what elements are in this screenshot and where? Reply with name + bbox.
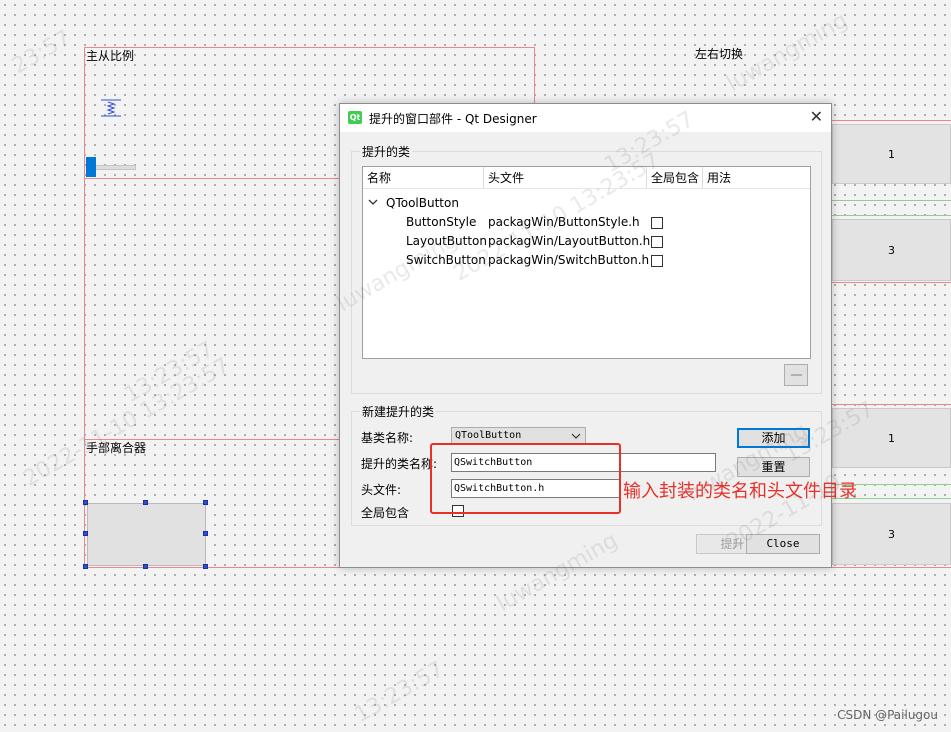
annotation-highlight-box (430, 443, 621, 514)
selection-handle[interactable] (203, 531, 208, 536)
tree-row-header: packagWin/LayoutButton.h (488, 234, 651, 248)
promoted-classes-tree[interactable]: 名称 头文件 全局包含 用法 QToolButton ButtonStyle p… (362, 166, 811, 359)
layout-guide (832, 215, 951, 216)
dialog-titlebar[interactable]: Qt 提升的窗口部件 - Qt Designer ✕ (340, 104, 831, 132)
close-button[interactable]: Close (746, 534, 820, 554)
panel-button-bottom-3[interactable]: 3 (832, 503, 951, 565)
selection-handle[interactable] (203, 500, 208, 505)
annotation-text: 输入封装的类名和头文件目录 (623, 481, 857, 502)
right-frame-top-a (832, 120, 951, 121)
tree-parent-item[interactable]: QToolButton (386, 196, 459, 210)
form-divider-1 (84, 178, 340, 179)
layout-guide (832, 200, 951, 201)
column-header-usage[interactable]: 用法 (703, 167, 810, 189)
global-include-label: 全局包含 (361, 506, 410, 520)
master-ratio-label: 主从比例 (86, 49, 135, 63)
panel-button-top-3[interactable]: 3 (832, 219, 951, 281)
global-include-checkbox[interactable] (651, 236, 663, 248)
chevron-down-icon[interactable] (368, 198, 378, 206)
header-file-label: 头文件: (361, 483, 402, 497)
right-frame-bottom-a (832, 282, 951, 283)
column-header-global-include[interactable]: 全局包含 (647, 167, 703, 189)
global-include-checkbox[interactable] (651, 217, 663, 229)
minus-icon (791, 374, 802, 376)
new-promoted-class-title: 新建提升的类 (360, 403, 437, 420)
panel-button-bottom-1[interactable]: 1 (832, 408, 951, 468)
column-header-header-file[interactable]: 头文件 (484, 167, 647, 189)
selection-handle[interactable] (143, 564, 148, 569)
left-right-switch-label: 左右切换 (695, 47, 744, 61)
panel-button-top-1[interactable]: 1 (832, 124, 951, 184)
form-border-top (84, 47, 535, 48)
form-border-left (84, 47, 85, 568)
base-class-label: 基类名称: (361, 431, 414, 445)
tree-row-name[interactable]: SwitchButton (406, 253, 486, 267)
footer-credit: CSDN @Pailugou (837, 708, 938, 722)
tree-row-header: packagWin/ButtonStyle.h (488, 215, 640, 229)
watermark-text: 23:57 (7, 25, 76, 80)
watermark-text: 13:23:57 (120, 336, 219, 409)
column-header-name[interactable]: 名称 (363, 167, 484, 189)
global-include-checkbox[interactable] (651, 255, 663, 267)
selection-handle[interactable] (83, 531, 88, 536)
watermark-text: 2022-11-10 13:23:57 (19, 353, 235, 492)
spacer-icon (101, 99, 121, 117)
form-border-right (534, 47, 535, 107)
tree-row-header: packagWin/SwitchButton.h (488, 253, 650, 267)
dialog-title: 提升的窗口部件 - Qt Designer (369, 112, 537, 126)
selection-handle[interactable] (203, 564, 208, 569)
reset-button[interactable]: 重置 (737, 457, 810, 477)
watermark-text: 13:23:57 (350, 656, 449, 729)
base-class-value: QToolButton (455, 430, 522, 441)
right-frame-top-b (832, 404, 951, 405)
base-class-combo[interactable]: QToolButton (451, 427, 586, 444)
ratio-slider-handle[interactable] (86, 157, 96, 177)
selection-handle[interactable] (83, 564, 88, 569)
tree-row-name[interactable]: ButtonStyle (406, 215, 476, 229)
add-button[interactable]: 添加 (737, 428, 810, 448)
selection-handle[interactable] (83, 500, 88, 505)
hand-clutch-label: 手部离合器 (86, 441, 147, 455)
chevron-down-icon (571, 433, 581, 439)
selection-handle[interactable] (143, 500, 148, 505)
close-icon[interactable]: ✕ (810, 107, 823, 126)
selected-widget[interactable] (87, 503, 206, 566)
qt-logo-icon: Qt (348, 111, 362, 124)
remove-class-button[interactable] (784, 364, 808, 386)
promoted-classes-title: 提升的类 (360, 143, 413, 160)
form-border-bottom (84, 567, 340, 568)
tree-row-name[interactable]: LayoutButton (406, 234, 487, 248)
promoted-name-label: 提升的类名称: (361, 457, 438, 471)
